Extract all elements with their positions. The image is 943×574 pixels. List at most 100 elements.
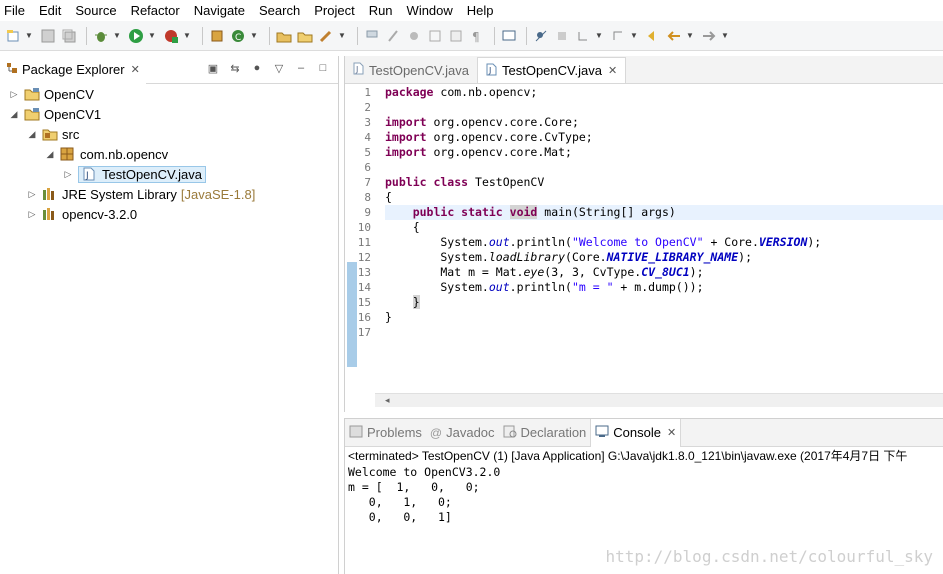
view-menu-icon[interactable]: ▽: [272, 61, 286, 75]
focus-on-active-task-icon[interactable]: ●: [250, 61, 264, 75]
external-tools-icon[interactable]: [162, 27, 180, 45]
tree-item-package[interactable]: ◢ com.nb.opencv: [44, 144, 169, 164]
code-line: System.out.println("Welcome to OpenCV" +…: [385, 235, 822, 249]
search-tool-icon[interactable]: [317, 27, 335, 45]
new-java-package-icon[interactable]: [208, 27, 226, 45]
tree-item-opencv1[interactable]: ◢ OpenCV1: [8, 104, 102, 124]
code-line: import org.opencv.core.Core;: [385, 115, 579, 129]
maximize-icon[interactable]: □: [316, 61, 330, 75]
search-dropdown-icon[interactable]: ▼: [338, 27, 346, 45]
new-java-class-icon[interactable]: C: [229, 27, 247, 45]
editor-tab-label: TestOpenCV.java: [369, 62, 469, 78]
menu-window[interactable]: Window: [407, 3, 453, 18]
menu-refactor[interactable]: Refactor: [131, 3, 180, 18]
last-edit-location-icon[interactable]: [644, 27, 662, 45]
menu-edit[interactable]: Edit: [39, 3, 61, 18]
console-output[interactable]: Welcome to OpenCV3.2.0 m = [ 1, 0, 0; 0,…: [345, 465, 943, 525]
package-explorer-tabbar: Package Explorer ✕ ▣ ⇆ ● ▽ – □: [0, 55, 338, 84]
tree-item-jre-library[interactable]: ▷ JRE System Library [JavaSE-1.8]: [26, 184, 256, 204]
line-number: 2: [364, 101, 371, 114]
menu-navigate[interactable]: Navigate: [194, 3, 245, 18]
expand-icon[interactable]: ▷: [26, 209, 38, 220]
tab-console[interactable]: Console ✕: [590, 418, 682, 447]
close-icon[interactable]: ✕: [667, 426, 676, 439]
save-icon[interactable]: [39, 27, 57, 45]
run-icon[interactable]: [127, 27, 145, 45]
back-dropdown-icon[interactable]: ▼: [686, 27, 694, 45]
block-select-icon[interactable]: [426, 27, 444, 45]
new-icon[interactable]: [4, 27, 22, 45]
scroll-left-icon[interactable]: ◂: [385, 395, 390, 405]
run-dropdown-icon[interactable]: ▼: [148, 27, 156, 45]
tree-item-label: TestOpenCV.java: [102, 166, 202, 182]
open-type-icon[interactable]: [275, 27, 293, 45]
tree-item-opencv[interactable]: ▷ OpenCV: [8, 84, 94, 104]
collapse-icon[interactable]: ◢: [8, 109, 20, 120]
save-all-icon[interactable]: [60, 27, 78, 45]
close-icon[interactable]: ✕: [608, 64, 617, 77]
tree-item-opencv-library[interactable]: ▷ opencv-3.2.0: [26, 204, 138, 224]
collapse-icon[interactable]: ◢: [26, 129, 38, 140]
close-icon[interactable]: ✕: [131, 63, 140, 76]
open-folder-icon[interactable]: [296, 27, 314, 45]
word-wrap-icon[interactable]: [447, 27, 465, 45]
prev-annotation-dropdown-icon[interactable]: ▼: [630, 27, 638, 45]
pin-icon[interactable]: [405, 27, 423, 45]
editor-tab-inactive[interactable]: J TestOpenCV.java: [345, 57, 477, 83]
collapse-icon[interactable]: ◢: [44, 149, 56, 160]
next-annotation-dropdown-icon[interactable]: ▼: [595, 27, 603, 45]
tree-item-label: opencv-3.2.0: [62, 206, 138, 222]
menu-run[interactable]: Run: [369, 3, 393, 18]
menu-source[interactable]: Source: [75, 3, 116, 18]
line-number: 5: [364, 146, 371, 159]
menu-help[interactable]: Help: [467, 3, 494, 18]
toolbar-separator: [357, 26, 358, 45]
tab-problems[interactable]: Problems: [345, 419, 426, 447]
tree-item-testopencv-java[interactable]: ▷ J TestOpenCV.java: [62, 164, 206, 184]
new-dropdown-icon[interactable]: ▼: [25, 27, 33, 45]
minimize-icon[interactable]: –: [294, 61, 308, 75]
tab-package-explorer[interactable]: Package Explorer ✕: [0, 55, 146, 84]
line-number: 13: [357, 266, 371, 279]
debug-dropdown-icon[interactable]: ▼: [113, 27, 121, 45]
toggle-mark-icon[interactable]: [363, 27, 381, 45]
debug-icon[interactable]: [92, 27, 110, 45]
code-area[interactable]: package com.nb.opencv; import org.opencv…: [385, 85, 943, 407]
bottom-panel: Problems @ Javadoc Declaration Console ✕…: [344, 418, 943, 574]
external-tools-dropdown-icon[interactable]: ▼: [183, 27, 191, 45]
horizontal-scrollbar[interactable]: ◂: [375, 393, 943, 407]
watermark: http://blog.csdn.net/colourful_sky: [605, 547, 933, 566]
skip-breakpoints-icon[interactable]: [532, 27, 550, 45]
new-class-dropdown-icon[interactable]: ▼: [250, 27, 258, 45]
forward-dropdown-icon[interactable]: ▼: [721, 27, 729, 45]
tree-item-label: JRE System Library: [62, 186, 177, 202]
tab-javadoc[interactable]: @ Javadoc: [426, 419, 499, 447]
selected-tree-item[interactable]: J TestOpenCV.java: [78, 165, 206, 183]
toolbar-separator: [526, 26, 527, 45]
package-icon: [60, 147, 76, 161]
toggle-breadcrumb-icon[interactable]: [384, 27, 402, 45]
console-view-icon[interactable]: [500, 27, 518, 45]
menu-file[interactable]: File: [4, 3, 25, 18]
prev-annotation-icon[interactable]: [609, 27, 627, 45]
back-icon[interactable]: [665, 27, 683, 45]
next-annotation-icon[interactable]: [574, 27, 592, 45]
expand-icon[interactable]: ▷: [8, 89, 20, 100]
tree-item-src[interactable]: ◢ src: [26, 124, 80, 144]
toolbar-separator: [202, 26, 203, 45]
tab-declaration[interactable]: Declaration: [499, 419, 591, 447]
toolbar-separator: [86, 26, 87, 45]
collapse-all-icon[interactable]: ▣: [206, 61, 220, 75]
show-whitespace-icon[interactable]: ¶: [468, 27, 486, 45]
tree-item-label: OpenCV1: [44, 106, 102, 122]
menu-search[interactable]: Search: [259, 3, 300, 18]
editor-tab-active[interactable]: J TestOpenCV.java ✕: [476, 57, 627, 83]
toggle-method-breakpoint-icon[interactable]: [553, 27, 571, 45]
expand-icon[interactable]: ▷: [62, 169, 74, 180]
link-with-editor-icon[interactable]: ⇆: [228, 61, 242, 75]
expand-icon[interactable]: ▷: [26, 189, 38, 200]
menu-project[interactable]: Project: [314, 3, 354, 18]
forward-icon[interactable]: [700, 27, 718, 45]
